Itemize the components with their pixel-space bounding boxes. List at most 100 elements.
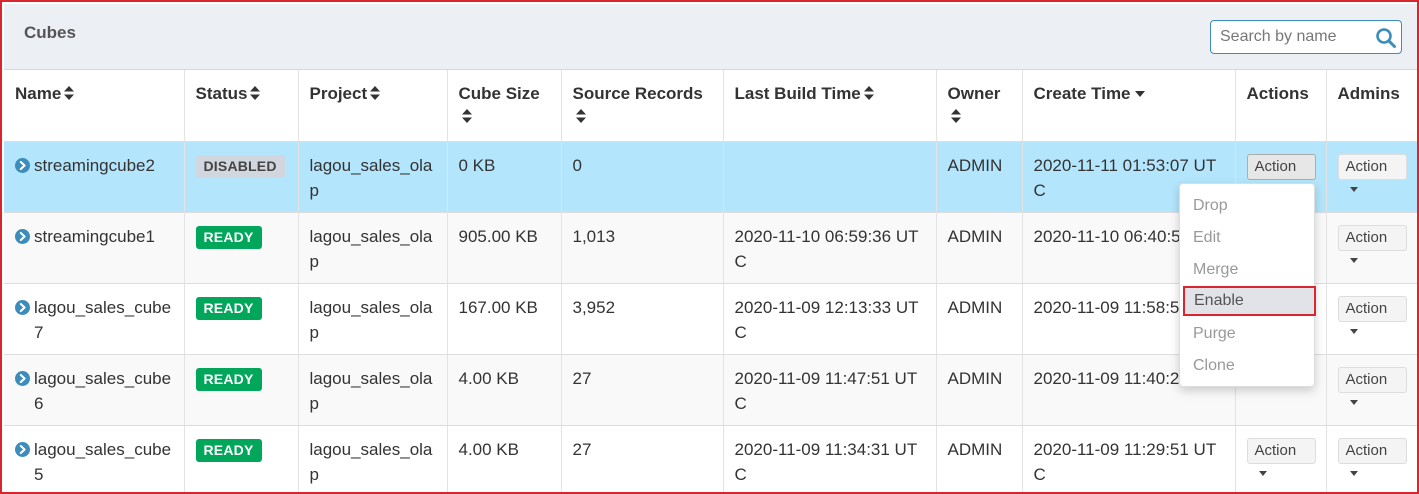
admin-button-label: Action	[1345, 228, 1388, 246]
cell-project: lagou_sales_olap	[298, 283, 448, 355]
column-header-name[interactable]: Name	[4, 70, 185, 142]
column-header-label: Admins	[1337, 84, 1400, 103]
column-header-create-time[interactable]: Create Time	[1022, 70, 1236, 142]
project-name: lagou_sales_olap	[309, 155, 433, 200]
column-header-label: Project	[309, 84, 368, 103]
admin-button-label: Action	[1345, 370, 1388, 388]
search-icon[interactable]	[1375, 27, 1397, 49]
column-header-status[interactable]: Status	[184, 70, 299, 142]
sort-icon[interactable]	[250, 86, 261, 100]
cell-name: lagou_sales_cube7	[4, 283, 185, 355]
cell-source-records: 1,013	[561, 212, 724, 284]
dropdown-item-purge[interactable]: Purge	[1180, 319, 1314, 349]
cube-size: 4.00 KB	[458, 439, 520, 459]
cell-owner: ADMIN	[936, 141, 1023, 213]
column-header-last-build-time[interactable]: Last Build Time	[723, 70, 937, 142]
column-header-label: Owner	[947, 84, 1001, 103]
cell-actions: Action	[1235, 425, 1327, 492]
cell-status: READY	[184, 212, 299, 284]
cell-admins: Action	[1326, 425, 1417, 492]
cube-name[interactable]: lagou_sales_cube6	[34, 366, 174, 416]
expand-row-icon[interactable]	[15, 441, 30, 457]
table-row[interactable]: lagou_sales_cube5 READY lagou_sales_olap 4.…	[4, 425, 1417, 492]
expand-row-icon[interactable]	[15, 370, 30, 386]
cell-last-build-time: 2020-11-10 06:59:36 UTC	[723, 212, 937, 284]
sort-icon[interactable]	[64, 86, 75, 100]
cell-source-records: 27	[561, 425, 724, 492]
admin-action-dropdown-button[interactable]: Action	[1337, 295, 1407, 334]
project-name: lagou_sales_olap	[309, 297, 433, 342]
admin-action-dropdown-button[interactable]: Action	[1337, 437, 1407, 476]
cell-project: lagou_sales_olap	[298, 425, 448, 492]
last-build-time: 2020-11-10 06:59:36 UTC	[734, 226, 919, 271]
cube-name[interactable]: streamingcube1	[34, 224, 155, 249]
sort-icon[interactable]	[863, 86, 874, 100]
last-build-time: 2020-11-09 12:13:33 UTC	[734, 297, 919, 342]
admin-button-label: Action	[1345, 441, 1388, 459]
column-header-cube-size[interactable]: Cube Size	[447, 70, 562, 142]
dropdown-item-merge[interactable]: Merge	[1180, 255, 1314, 285]
cube-name[interactable]: lagou_sales_cube7	[34, 295, 174, 345]
cell-owner: ADMIN	[936, 354, 1023, 426]
admin-button-label: Action	[1345, 157, 1388, 175]
cell-admins: Action	[1326, 354, 1417, 426]
action-dropdown-button[interactable]: Action	[1246, 437, 1316, 476]
cell-project: lagou_sales_olap	[298, 212, 448, 284]
sort-icon[interactable]	[370, 86, 381, 100]
cell-name: lagou_sales_cube5	[4, 425, 185, 492]
source-records: 3,952	[572, 297, 616, 317]
column-header-owner[interactable]: Owner	[936, 70, 1023, 142]
admin-action-dropdown-button[interactable]: Action	[1337, 224, 1407, 263]
sort-icon[interactable]	[950, 109, 961, 123]
action-dropdown-button[interactable]: Action	[1246, 153, 1316, 192]
owner: ADMIN	[947, 155, 1003, 175]
cell-last-build-time: 2020-11-09 11:34:31 UTC	[723, 425, 937, 492]
owner: ADMIN	[947, 297, 1003, 317]
cell-source-records: 0	[561, 141, 724, 213]
admin-action-dropdown-button[interactable]: Action	[1337, 366, 1407, 405]
owner: ADMIN	[947, 439, 1003, 459]
sort-desc-icon[interactable]	[1134, 91, 1145, 97]
cube-name[interactable]: streamingcube2	[34, 153, 155, 178]
caret-down-icon	[1258, 470, 1267, 476]
cell-status: DISABLED	[184, 141, 299, 213]
source-records: 27	[572, 368, 592, 388]
project-name: lagou_sales_olap	[309, 368, 433, 413]
column-header-project[interactable]: Project	[298, 70, 448, 142]
cell-source-records: 27	[561, 354, 724, 426]
action-dropdown-menu: Drop Edit Merge Enable Purge Clone	[1179, 183, 1316, 387]
dropdown-item-clone[interactable]: Clone	[1180, 351, 1314, 381]
caret-down-icon	[1349, 399, 1358, 405]
dropdown-item-enable[interactable]: Enable	[1183, 286, 1316, 316]
cube-size: 0 KB	[458, 155, 496, 175]
cell-last-build-time	[723, 141, 937, 213]
cube-name[interactable]: lagou_sales_cube5	[34, 437, 174, 487]
expand-row-icon[interactable]	[15, 157, 30, 173]
cell-owner: ADMIN	[936, 212, 1023, 284]
dropdown-item-edit[interactable]: Edit	[1180, 223, 1314, 253]
sort-icon[interactable]	[575, 109, 586, 123]
admin-action-dropdown-button[interactable]: Action	[1337, 153, 1407, 192]
project-name: lagou_sales_olap	[309, 439, 433, 484]
expand-row-icon[interactable]	[15, 299, 30, 315]
column-header-source-records[interactable]: Source Records	[561, 70, 724, 142]
sort-icon[interactable]	[461, 109, 472, 123]
caret-down-icon	[1349, 328, 1358, 334]
last-build-time: 2020-11-09 11:34:31 UTC	[734, 439, 918, 484]
caret-down-icon	[1349, 470, 1358, 476]
cubes-panel: Cubes Name Status Project Cube Size Source R…	[0, 0, 1419, 494]
cell-project: lagou_sales_olap	[298, 141, 448, 213]
cell-cube-size: 905.00 KB	[447, 212, 562, 284]
expand-row-icon[interactable]	[15, 228, 30, 244]
action-button-label: Action	[1254, 157, 1297, 175]
column-header-actions: Actions	[1235, 70, 1327, 142]
search-box[interactable]	[1210, 20, 1402, 54]
search-input[interactable]	[1211, 21, 1371, 53]
cell-status: READY	[184, 425, 299, 492]
cell-cube-size: 4.00 KB	[447, 354, 562, 426]
dropdown-item-drop[interactable]: Drop	[1180, 191, 1314, 221]
caret-down-icon	[1349, 186, 1358, 192]
column-header-label: Last Build Time	[734, 84, 861, 103]
column-header-label: Source Records	[572, 84, 703, 103]
cell-owner: ADMIN	[936, 283, 1023, 355]
